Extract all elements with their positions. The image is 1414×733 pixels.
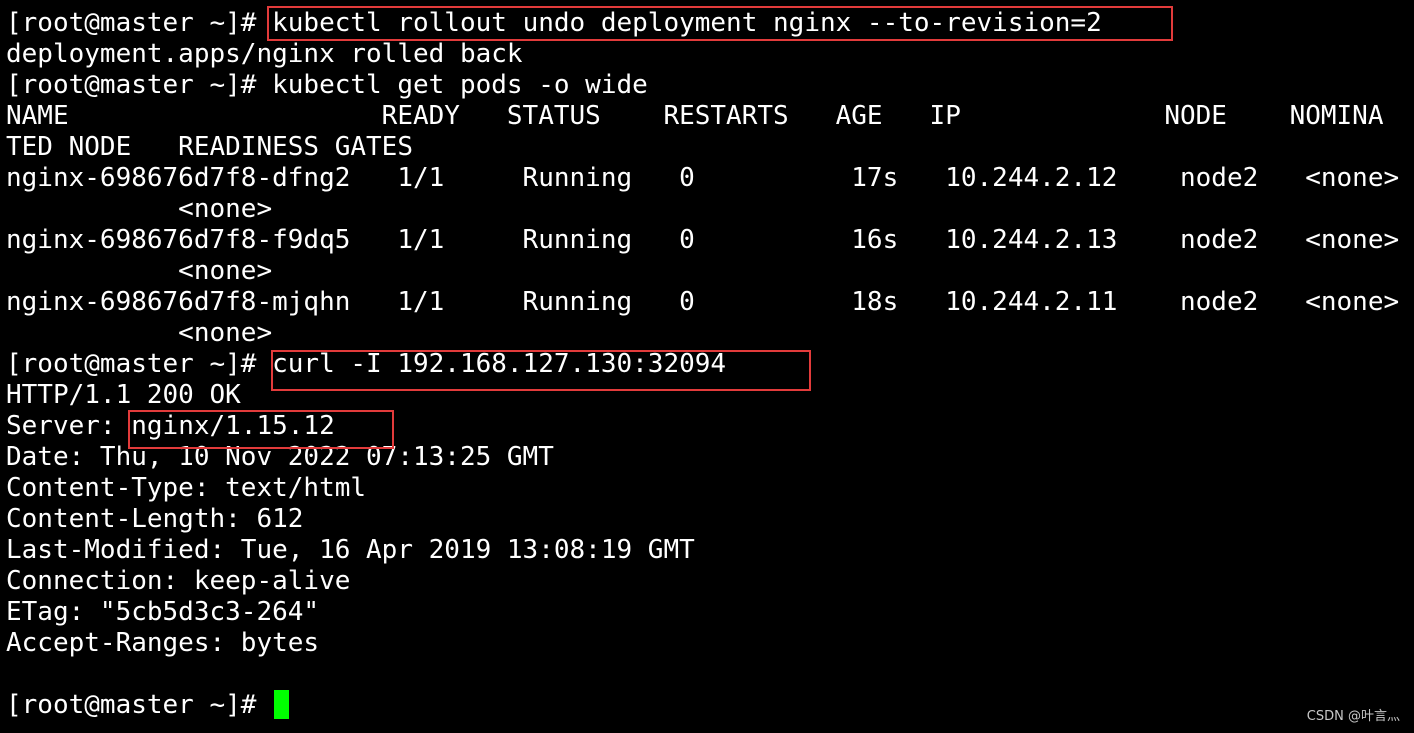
pods-table-row-wrap: <none> [6,194,272,225]
output-text: ETag: "5cb5d3c3-264" [6,597,320,627]
shell-prompt: [root@master ~]# [6,690,273,720]
output-text: Connection: keep-alive [6,566,351,596]
terminal-window[interactable]: [root@master ~]# kubectl rollout undo de… [0,0,1414,733]
output-text: nginx-698676d7f8-dfng2 1/1 Running 0 17s… [6,163,1400,193]
header-key: Server: [6,411,132,441]
text-cursor [274,690,290,719]
http-status-line: HTTP/1.1 200 OK [6,380,241,411]
http-header-line: Content-Length: 612 [6,504,303,535]
shell-prompt: [root@master ~]# [6,70,273,100]
output-text: NAME READY STATUS RESTARTS AGE IP NODE N… [6,101,1384,131]
pods-table-row: nginx-698676d7f8-dfng2 1/1 Running 0 17s… [6,163,1399,194]
http-header-line: Date: Thu, 10 Nov 2022 07:13:25 GMT [6,442,554,473]
shell-prompt: [root@master ~]# [6,349,273,379]
http-header-line: Last-Modified: Tue, 16 Apr 2019 13:08:19… [6,535,695,566]
output-text: <none> [6,194,273,224]
shell-prompt: [root@master ~]# [6,8,273,38]
output-text: nginx-698676d7f8-f9dq5 1/1 Running 0 16s… [6,225,1400,255]
terminal-line-get-pods-command: [root@master ~]# kubectl get pods -o wid… [6,70,648,101]
http-server-header: Server: nginx/1.15.12 [6,411,335,442]
output-text: Last-Modified: Tue, 16 Apr 2019 13:08:19… [6,535,695,565]
http-header-line: ETag: "5cb5d3c3-264" [6,597,319,628]
output-text: TED NODE READINESS GATES [6,132,413,162]
output-text: HTTP/1.1 200 OK [6,380,241,410]
watermark: CSDN @叶言灬 [1306,709,1400,724]
pods-table-row: nginx-698676d7f8-mjqhn 1/1 Running 0 18s… [6,287,1399,318]
output-text: Content-Length: 612 [6,504,304,534]
command-text: kubectl rollout undo deployment nginx --… [272,8,1102,38]
output-text: nginx-698676d7f8-mjqhn 1/1 Running 0 18s… [6,287,1400,317]
output-text: <none> [6,318,273,348]
header-value: nginx/1.15.12 [131,411,335,441]
pods-table-row-wrap: <none> [6,256,272,287]
http-header-line: Content-Type: text/html [6,473,366,504]
http-header-line: Accept-Ranges: bytes [6,628,319,659]
terminal-input-line[interactable]: [root@master ~]# [6,690,290,721]
pods-table-header: NAME READY STATUS RESTARTS AGE IP NODE N… [6,101,1384,132]
output-text: Accept-Ranges: bytes [6,628,320,658]
pods-table-row: nginx-698676d7f8-f9dq5 1/1 Running 0 16s… [6,225,1399,256]
output-text: Date: Thu, 10 Nov 2022 07:13:25 GMT [6,442,554,472]
terminal-line-rollout-command: [root@master ~]# kubectl rollout undo de… [6,8,1102,39]
output-text: <none> [6,256,273,286]
command-text: kubectl get pods -o wide [272,70,648,100]
command-text: curl -I 192.168.127.130:32094 [272,349,727,379]
pods-table-row-wrap: <none> [6,318,272,349]
http-header-line: Connection: keep-alive [6,566,350,597]
pods-table-header-wrap: TED NODE READINESS GATES [6,132,413,163]
output-text: deployment.apps/nginx rolled back [6,39,523,69]
output-text: Content-Type: text/html [6,473,367,503]
terminal-line-output: deployment.apps/nginx rolled back [6,39,523,70]
terminal-line-curl-command: [root@master ~]# curl -I 192.168.127.130… [6,349,726,380]
